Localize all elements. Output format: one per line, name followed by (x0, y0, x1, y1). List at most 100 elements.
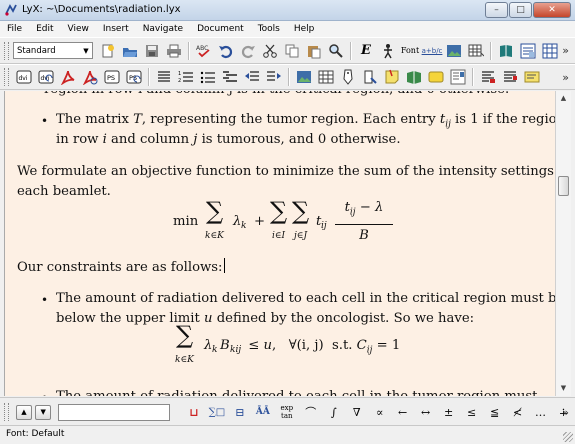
new-document-icon[interactable] (99, 42, 117, 60)
print-icon[interactable] (165, 42, 183, 60)
cut-off-line: The amount of radiation delivered to eac… (56, 387, 537, 396)
text-style-icon[interactable] (479, 68, 497, 86)
menu-view[interactable]: View (61, 21, 96, 37)
toolbar-overflow-icon[interactable]: » (562, 406, 569, 419)
copy-icon[interactable] (283, 42, 301, 60)
minimize-button[interactable]: – (485, 2, 508, 18)
document-editor[interactable]: region in row i and column j is in the c… (4, 91, 556, 396)
noun-icon[interactable] (379, 42, 397, 60)
menu-navigate[interactable]: Navigate (136, 21, 190, 37)
description-list-icon[interactable] (221, 68, 239, 86)
view-ps-icon[interactable]: PS (103, 68, 121, 86)
paragraph-style-value: Standard (17, 45, 56, 56)
math-integral-icon[interactable]: ∫ (324, 402, 343, 422)
insert-table-icon[interactable] (467, 42, 485, 60)
vertical-scrollbar[interactable]: ▲ ▼ (555, 91, 571, 396)
menu-file[interactable]: File (0, 21, 29, 37)
title-bar: LyX: ~\Documents\radiation.lyx – □ ✕ (0, 0, 575, 21)
sum-symbol: ∑ (206, 197, 224, 225)
previous-button[interactable]: ▲ (15, 404, 33, 420)
math-nless-icon[interactable]: ≮ (508, 402, 527, 422)
cut-icon[interactable] (261, 42, 279, 60)
save-icon[interactable] (143, 42, 161, 60)
insert-math-icon[interactable]: a+b/c (422, 42, 443, 60)
math-arrow-left-icon[interactable]: ← (393, 402, 412, 422)
paste-icon[interactable] (305, 42, 323, 60)
math-proportional-icon[interactable]: ∝ (370, 402, 389, 422)
update-pdf-icon[interactable] (81, 68, 99, 86)
insert-graphics-icon[interactable] (445, 42, 463, 60)
math-matrix-icon[interactable]: ⊟ (230, 402, 249, 422)
toolbar-overflow-icon[interactable]: » (562, 71, 569, 84)
math-sum-icon[interactable]: ∑□ (207, 402, 226, 422)
insert-reference-icon[interactable] (361, 68, 379, 86)
menu-insert[interactable]: Insert (96, 21, 136, 37)
toc-view-icon[interactable] (497, 42, 515, 60)
resize-grip[interactable] (563, 432, 573, 442)
math-leq-icon[interactable]: ≤ (462, 402, 481, 422)
insert-footnote-icon[interactable] (427, 68, 445, 86)
svg-text:PS: PS (107, 74, 115, 82)
emphasis-button[interactable]: E (357, 42, 375, 60)
spellcheck-icon[interactable]: ABC (195, 42, 213, 60)
toolbar-overflow-icon[interactable]: » (562, 44, 569, 57)
find-replace-icon[interactable] (327, 42, 345, 60)
menu-document[interactable]: Document (190, 21, 251, 37)
menu-help[interactable]: Help (287, 21, 322, 37)
open-document-icon[interactable] (121, 42, 139, 60)
increase-depth-icon[interactable] (265, 68, 283, 86)
main-toolbar: Standard ▼ ABC E Font a+b/c » (0, 37, 575, 64)
insert-image-icon[interactable] (295, 68, 313, 86)
list-bullet: • (41, 388, 48, 396)
constraints-paragraph[interactable]: Our constraints are as follows: (17, 258, 225, 278)
bullet-list-icon[interactable] (199, 68, 217, 86)
table-icon[interactable] (317, 68, 335, 86)
scrollbar-thumb[interactable] (558, 176, 569, 196)
secondary-toolbar: dvi dvi PS PS 12 » (0, 64, 575, 90)
font-button[interactable]: Font (401, 42, 419, 60)
menu-edit[interactable]: Edit (29, 21, 60, 37)
toolbar-grip[interactable] (4, 68, 9, 86)
undo-icon[interactable] (217, 42, 235, 60)
math-arrow-both-icon[interactable]: ↔ (416, 402, 435, 422)
numbered-list-icon[interactable]: 12 (177, 68, 195, 86)
sum-symbol: ∑ (270, 197, 288, 225)
math-plusminus-icon[interactable]: ± (439, 402, 458, 422)
insert-marginal-note-icon[interactable] (449, 68, 467, 86)
insert-citation-icon[interactable] (405, 68, 423, 86)
constraint-equation[interactable]: ∑ k∈K λ k B kij ≤ u, ∀(i, j) s.t. Cij = … (174, 323, 444, 373)
math-dots-icon[interactable]: … (531, 402, 550, 422)
math-nabla-icon[interactable]: ∇ (347, 402, 366, 422)
insert-label-icon[interactable] (339, 68, 357, 86)
view-source-icon[interactable] (519, 42, 537, 60)
toolbar-grip[interactable] (4, 41, 9, 60)
paragraph-style-select[interactable]: Standard ▼ (13, 42, 93, 59)
view-pdf-icon[interactable] (59, 68, 77, 86)
menu-tools[interactable]: Tools (251, 21, 287, 37)
svg-text:ABC: ABC (196, 45, 208, 52)
math-search-input[interactable] (58, 403, 171, 421)
insert-note-icon[interactable] (383, 68, 401, 86)
math-functions-icon[interactable]: exp tan (276, 402, 297, 422)
next-button[interactable]: ▼ (35, 404, 52, 420)
update-dvi-icon[interactable]: dvi (37, 68, 55, 86)
math-delimiter-icon[interactable]: ⊔ (184, 402, 203, 422)
toolbar-grip[interactable] (4, 403, 9, 421)
insert-box-icon[interactable] (523, 68, 541, 86)
close-button[interactable]: ✕ (533, 2, 571, 18)
redo-icon[interactable] (239, 42, 257, 60)
paragraph-settings-icon[interactable] (501, 68, 519, 86)
view-grid-icon[interactable] (541, 42, 559, 60)
scroll-up-icon[interactable]: ▲ (557, 92, 570, 105)
view-dvi-icon[interactable]: dvi (15, 68, 33, 86)
align-justify-icon[interactable] (155, 68, 173, 86)
math-space-icon[interactable]: ⌒ (301, 402, 320, 422)
window-title: LyX: ~\Documents\radiation.lyx (22, 4, 181, 15)
maximize-button[interactable]: □ (509, 2, 532, 18)
update-ps-icon[interactable]: PS (125, 68, 143, 86)
scroll-down-icon[interactable]: ▼ (557, 382, 570, 395)
math-leqq-icon[interactable]: ≦ (485, 402, 504, 422)
math-accent-icon[interactable]: ĀĀ (253, 402, 272, 422)
objective-equation[interactable]: min ∑ k∈K λ k + ∑ i∈I ∑ j∈J t ij tij − λ… (173, 199, 413, 249)
decrease-depth-icon[interactable] (243, 68, 261, 86)
